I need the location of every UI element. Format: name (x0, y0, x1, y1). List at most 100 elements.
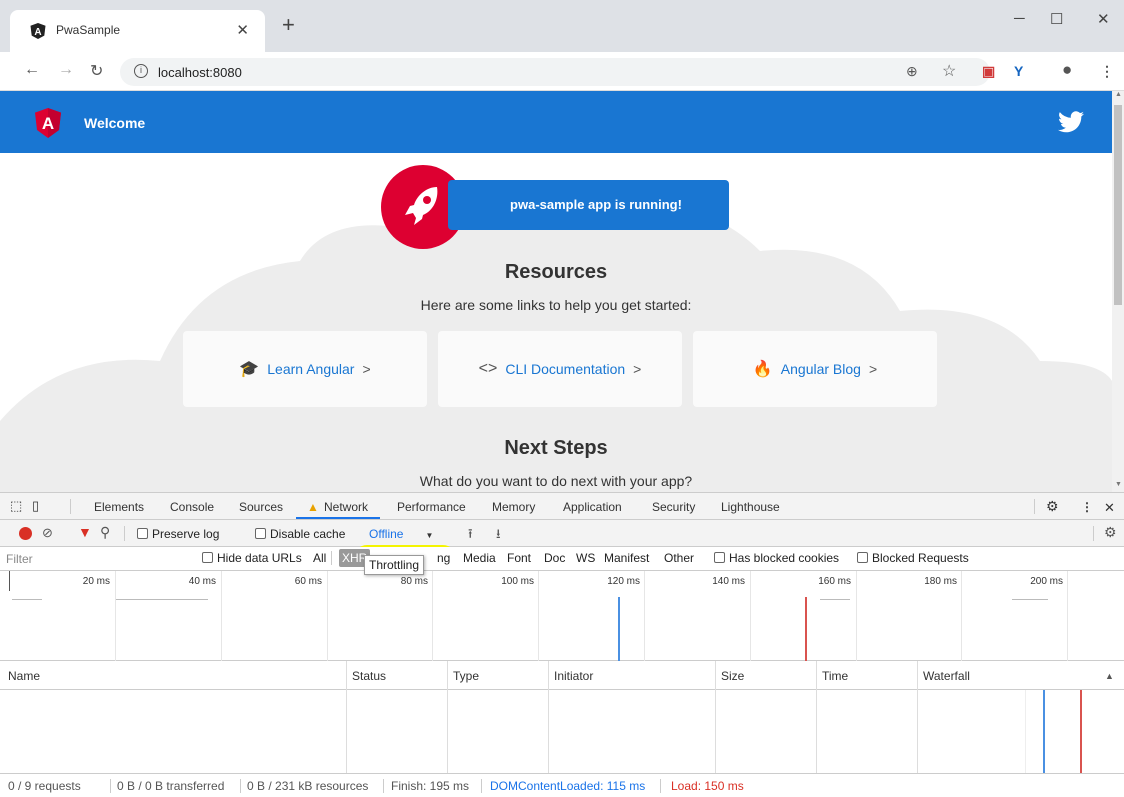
scroll-up-icon[interactable]: ▲ (1115, 91, 1122, 98)
chevron-right-icon: > (633, 361, 642, 377)
scrollbar-thumb[interactable] (1114, 105, 1122, 305)
tick-label: 180 ms (924, 576, 957, 587)
divider (70, 499, 71, 514)
export-har-icon[interactable]: ⭳ (496, 525, 501, 547)
preserve-log-checkbox[interactable]: Preserve log (137, 527, 219, 541)
active-tab-indicator (296, 517, 380, 519)
profile-avatar-icon[interactable]: ● (1062, 60, 1072, 80)
column-size[interactable]: Size (721, 669, 744, 683)
column-name[interactable]: Name (8, 669, 40, 683)
grid-line (1067, 571, 1068, 661)
filter-ws[interactable]: WS (576, 551, 595, 565)
tab-console[interactable]: Console (170, 500, 214, 514)
back-button[interactable]: ← (24, 61, 40, 79)
record-button[interactable] (19, 527, 32, 540)
twitter-icon[interactable] (1058, 111, 1084, 133)
devtools-menu-icon[interactable]: ⋮ (1081, 500, 1093, 514)
grid-line (644, 571, 645, 661)
search-icon[interactable]: ⚲ (100, 524, 110, 541)
tab-lighthouse[interactable]: Lighthouse (721, 500, 780, 514)
forward-button[interactable]: → (58, 61, 74, 79)
column-type[interactable]: Type (453, 669, 479, 683)
import-har-icon[interactable]: ⭱ (468, 525, 473, 547)
browser-menu-icon[interactable]: ⋮ (1100, 63, 1114, 80)
clear-icon[interactable]: ⊘ (42, 525, 53, 541)
tab-security[interactable]: Security (652, 500, 695, 514)
learn-angular-card[interactable]: 🎓 Learn Angular > (183, 331, 427, 407)
tab-elements[interactable]: Elements (94, 500, 144, 514)
scroll-down-icon[interactable]: ▼ (1115, 481, 1122, 488)
tab-performance[interactable]: Performance (397, 500, 466, 514)
settings-gear-icon[interactable]: ⚙ (1046, 498, 1059, 515)
column-waterfall[interactable]: Waterfall (923, 669, 970, 683)
card-label: CLI Documentation (505, 361, 626, 377)
filter-doc[interactable]: Doc (544, 551, 565, 565)
tab-application[interactable]: Application (563, 500, 622, 514)
grid-line (961, 571, 962, 661)
minimize-button[interactable]: ─ (1014, 10, 1025, 27)
resources-size: 0 B / 231 kB resources (247, 779, 369, 793)
filter-img[interactable]: ng (437, 551, 450, 565)
filter-manifest[interactable]: Manifest (604, 551, 649, 565)
column-divider (917, 661, 918, 773)
throttling-select[interactable]: Offline ▼ (369, 527, 433, 541)
disable-cache-checkbox[interactable]: Disable cache (255, 527, 345, 541)
filter-icon[interactable]: ▼ (78, 524, 92, 540)
bookmark-star-icon[interactable]: ☆ (942, 61, 956, 81)
install-app-icon[interactable]: ⊕ (906, 63, 918, 80)
cli-documentation-card[interactable]: <> CLI Documentation > (438, 331, 682, 407)
divider (331, 551, 332, 565)
browser-tab[interactable]: A PwaSample ✕ (10, 10, 265, 52)
hide-data-urls-checkbox[interactable]: Hide data URLs (202, 551, 302, 565)
tick-label: 120 ms (607, 576, 640, 587)
sort-ascending-icon[interactable]: ▲ (1105, 671, 1114, 681)
filter-media[interactable]: Media (463, 551, 496, 565)
tick-label: 20 ms (82, 576, 110, 587)
warning-icon: ▲ (307, 500, 319, 514)
tab-memory[interactable]: Memory (492, 500, 535, 514)
site-info-icon[interactable]: i (134, 64, 148, 78)
angular-logo-icon: A (35, 108, 61, 138)
window-close-button[interactable]: ✕ (1097, 10, 1110, 28)
transferred-size: 0 B / 0 B transferred (117, 779, 225, 793)
close-devtools-icon[interactable]: ✕ (1104, 500, 1115, 516)
tab-network[interactable]: Network (324, 500, 368, 514)
network-settings-icon[interactable]: ⚙ (1104, 524, 1117, 541)
filter-font[interactable]: Font (507, 551, 531, 565)
timeline-bar (116, 599, 208, 600)
svg-text:A: A (34, 27, 41, 38)
card-label: Angular Blog (780, 361, 861, 377)
has-blocked-cookies-checkbox[interactable]: Has blocked cookies (714, 551, 839, 565)
column-time[interactable]: Time (822, 669, 848, 683)
requests-table-header: Name Status Type Initiator Size Time Wat… (0, 661, 1124, 690)
maximize-button[interactable]: ☐ (1050, 10, 1063, 28)
extension-y-icon[interactable]: Y (1014, 63, 1023, 79)
tab-strip: A PwaSample ✕ + ─ ☐ ✕ (0, 0, 1124, 52)
column-divider (447, 661, 448, 773)
column-status[interactable]: Status (352, 669, 386, 683)
angular-blog-card[interactable]: 🔥 Angular Blog > (693, 331, 937, 407)
new-tab-button[interactable]: + (282, 14, 295, 36)
extension-shield-icon[interactable]: ▣ (982, 63, 995, 80)
filter-input[interactable]: Filter (6, 552, 186, 568)
inspect-element-icon[interactable]: ⬚ (10, 498, 22, 514)
tab-sources[interactable]: Sources (239, 500, 283, 514)
devtools-panel: ⬚ ▯ Elements Console Sources ▲ Network P… (0, 492, 1124, 797)
grid-line (221, 571, 222, 661)
tick-label: 60 ms (294, 576, 322, 587)
column-initiator[interactable]: Initiator (554, 669, 593, 683)
svg-text:A: A (42, 114, 54, 133)
page-scrollbar[interactable]: ▲ ▼ (1112, 91, 1124, 492)
network-status-bar: 0 / 9 requests 0 B / 0 B transferred 0 B… (0, 773, 1124, 797)
device-toolbar-icon[interactable]: ▯ (32, 498, 39, 514)
tab-close-icon[interactable]: ✕ (236, 21, 249, 39)
domcontentloaded-time: DOMContentLoaded: 115 ms (490, 779, 646, 793)
filter-other[interactable]: Other (664, 551, 694, 565)
filter-all[interactable]: All (313, 551, 326, 565)
load-time: Load: 150 ms (671, 779, 744, 793)
grid-line (538, 571, 539, 661)
address-bar[interactable]: i localhost:8080 (120, 58, 990, 86)
tick-label: 140 ms (712, 576, 745, 587)
reload-button[interactable]: ↻ (90, 61, 103, 81)
blocked-requests-checkbox[interactable]: Blocked Requests (857, 551, 969, 565)
